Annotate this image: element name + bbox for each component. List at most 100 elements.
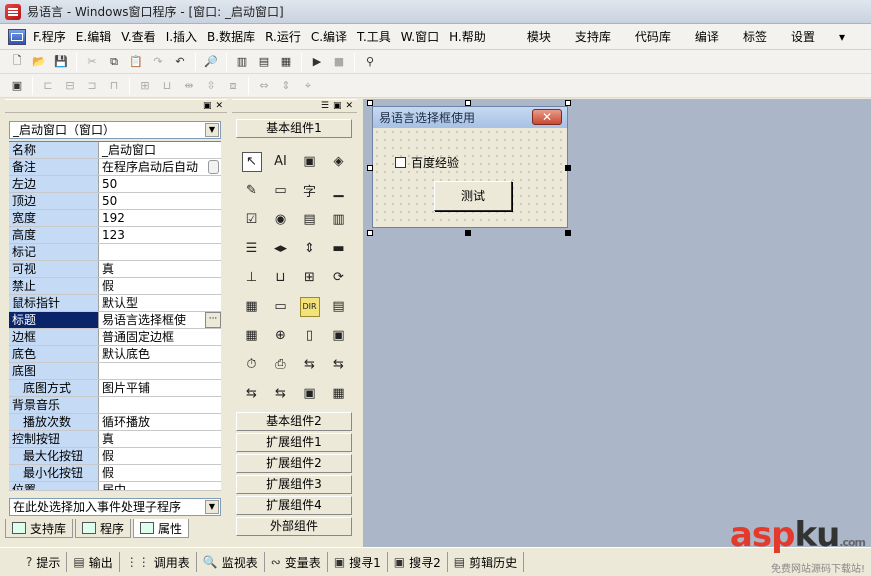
menu-tags[interactable]: 标签: [731, 27, 779, 47]
table-row[interactable]: 背景音乐: [9, 397, 221, 414]
network-tool-2[interactable]: ⇆: [324, 350, 353, 379]
resize-handle[interactable]: [565, 230, 571, 236]
property-value[interactable]: 普通固定边框: [99, 329, 221, 345]
property-value[interactable]: 50: [99, 176, 221, 192]
resize-handle[interactable]: [465, 230, 471, 236]
table-row[interactable]: 播放次数 循环播放: [9, 414, 221, 431]
open-folder-icon[interactable]: 📂: [30, 53, 48, 71]
same-size-icon[interactable]: ⧈: [224, 77, 242, 95]
timer-tool[interactable]: ⏱: [237, 350, 266, 379]
group-basic-2[interactable]: 基本组件2: [236, 412, 352, 431]
table-row[interactable]: 底色 默认底色: [9, 346, 221, 363]
stop-icon[interactable]: ■: [330, 53, 348, 71]
property-value[interactable]: 真: [99, 261, 221, 277]
property-value[interactable]: 192: [99, 210, 221, 226]
center-icon[interactable]: ⌖: [299, 77, 317, 95]
table-row[interactable]: 禁止假: [9, 278, 221, 295]
table-row[interactable]: 底图方式 图片平铺: [9, 380, 221, 397]
menu-compile[interactable]: C.编译: [306, 27, 352, 47]
menu-view[interactable]: V.查看: [116, 27, 160, 47]
file-tool[interactable]: ▤: [324, 292, 353, 321]
radio-tool[interactable]: ◉: [266, 205, 295, 234]
property-value[interactable]: 真: [99, 431, 221, 447]
property-value[interactable]: 在程序启动后自动: [99, 159, 221, 175]
align-middle-icon[interactable]: ⊞: [136, 77, 154, 95]
menu-module[interactable]: 模块: [515, 27, 563, 47]
vscroll-tool[interactable]: ⇕: [295, 234, 324, 263]
redo-icon[interactable]: ↷: [149, 53, 167, 71]
table-row[interactable]: 位置 居中: [9, 482, 221, 491]
align-left-icon[interactable]: ⊏: [39, 77, 57, 95]
tab-output[interactable]: ▤ 输出: [67, 552, 120, 572]
property-value[interactable]: [99, 363, 221, 379]
network-tool-4[interactable]: ⇆: [266, 379, 295, 408]
hscroll-tool[interactable]: ◂▸: [266, 234, 295, 263]
resize-handle[interactable]: [465, 100, 471, 106]
property-value[interactable]: 假: [99, 278, 221, 294]
copy-icon[interactable]: ⧉: [105, 53, 123, 71]
space-v-icon[interactable]: ⇕: [277, 77, 295, 95]
table-row[interactable]: 鼠标指针 默认型: [9, 295, 221, 312]
panel-pin-icon[interactable]: ▣: [333, 101, 342, 111]
binoculars-icon[interactable]: ⚲: [361, 53, 379, 71]
pointer-tool[interactable]: ↖: [237, 147, 266, 176]
table-row[interactable]: 可视真: [9, 261, 221, 278]
group-ext-3[interactable]: 扩展组件3: [236, 475, 352, 494]
form-body[interactable]: 百度经验 测试: [373, 128, 567, 227]
undo-icon[interactable]: ↶: [171, 53, 189, 71]
combobox-tool[interactable]: ▥: [324, 205, 353, 234]
tab-variables[interactable]: ∾ 变量表: [265, 552, 328, 572]
menu-run[interactable]: R.运行: [260, 27, 306, 47]
cut-icon[interactable]: ✂: [83, 53, 101, 71]
property-value[interactable]: 假: [99, 465, 221, 481]
label-tool[interactable]: AI: [266, 147, 295, 176]
table-row[interactable]: 底图: [9, 363, 221, 380]
tab-program[interactable]: 程序: [75, 519, 132, 538]
checkbox-baidu[interactable]: 百度经验: [395, 154, 459, 171]
align-top-icon[interactable]: ⊓: [105, 77, 123, 95]
menu-compile-right[interactable]: 编译: [683, 27, 731, 47]
table-row-selected[interactable]: 标题 易语言选择框使 ···: [9, 312, 221, 329]
tab-properties[interactable]: 属性: [133, 519, 190, 538]
chevron-down-icon[interactable]: ▼: [205, 123, 219, 137]
table-row[interactable]: 左边 50: [9, 176, 221, 193]
layout3-icon[interactable]: ▦: [277, 53, 295, 71]
resize-handle[interactable]: [565, 100, 571, 106]
table-row[interactable]: 边框 普通固定边框: [9, 329, 221, 346]
grid-tool[interactable]: ☰: [237, 234, 266, 263]
color-tool[interactable]: ▦: [237, 321, 266, 350]
tab-clip-history[interactable]: ▤ 剪辑历史: [448, 552, 525, 572]
menu-database[interactable]: B.数据库: [202, 27, 260, 47]
resize-handle[interactable]: [367, 165, 373, 171]
tab-watch[interactable]: 🔍 监视表: [197, 552, 265, 572]
property-value[interactable]: 默认底色: [99, 346, 221, 362]
space-h-icon[interactable]: ⇔: [255, 77, 273, 95]
table-row[interactable]: 备注 在程序启动后自动: [9, 159, 221, 176]
align-right-icon[interactable]: ⊐: [83, 77, 101, 95]
scroll-stub-icon[interactable]: [208, 160, 219, 174]
form-icon[interactable]: ▣: [8, 77, 26, 95]
table-row[interactable]: 高度 123: [9, 227, 221, 244]
table-row[interactable]: 顶边 50: [9, 193, 221, 210]
picture-tool[interactable]: ▣: [295, 147, 324, 176]
text-tool[interactable]: 字: [295, 176, 324, 205]
calendar-tool[interactable]: ▦: [237, 292, 266, 321]
find-icon[interactable]: 🔎: [202, 53, 220, 71]
menu-tools[interactable]: T.工具: [352, 27, 396, 47]
group-external[interactable]: 外部组件: [236, 517, 352, 536]
tab-call-stack[interactable]: ⋮⋮ 调用表: [120, 552, 197, 572]
listbox-tool[interactable]: ▤: [295, 205, 324, 234]
table-row[interactable]: 控制按钮真: [9, 431, 221, 448]
tab-support-lib[interactable]: 支持库: [5, 519, 74, 538]
property-value[interactable]: 居中: [99, 482, 221, 490]
table-row[interactable]: 宽度 192: [9, 210, 221, 227]
shape-tool[interactable]: ◈: [324, 147, 353, 176]
new-file-icon[interactable]: 🗋: [8, 53, 26, 71]
animation-tool[interactable]: ⟳: [324, 263, 353, 292]
paste-icon[interactable]: 📋: [127, 53, 145, 71]
panel-pin-icon[interactable]: ▣: [203, 101, 212, 111]
system-menu-icon[interactable]: [8, 28, 26, 45]
panel-close-icon[interactable]: ✕: [345, 101, 353, 111]
tab-tool[interactable]: ⊔: [266, 263, 295, 292]
drive-tool[interactable]: ▭: [266, 292, 295, 321]
